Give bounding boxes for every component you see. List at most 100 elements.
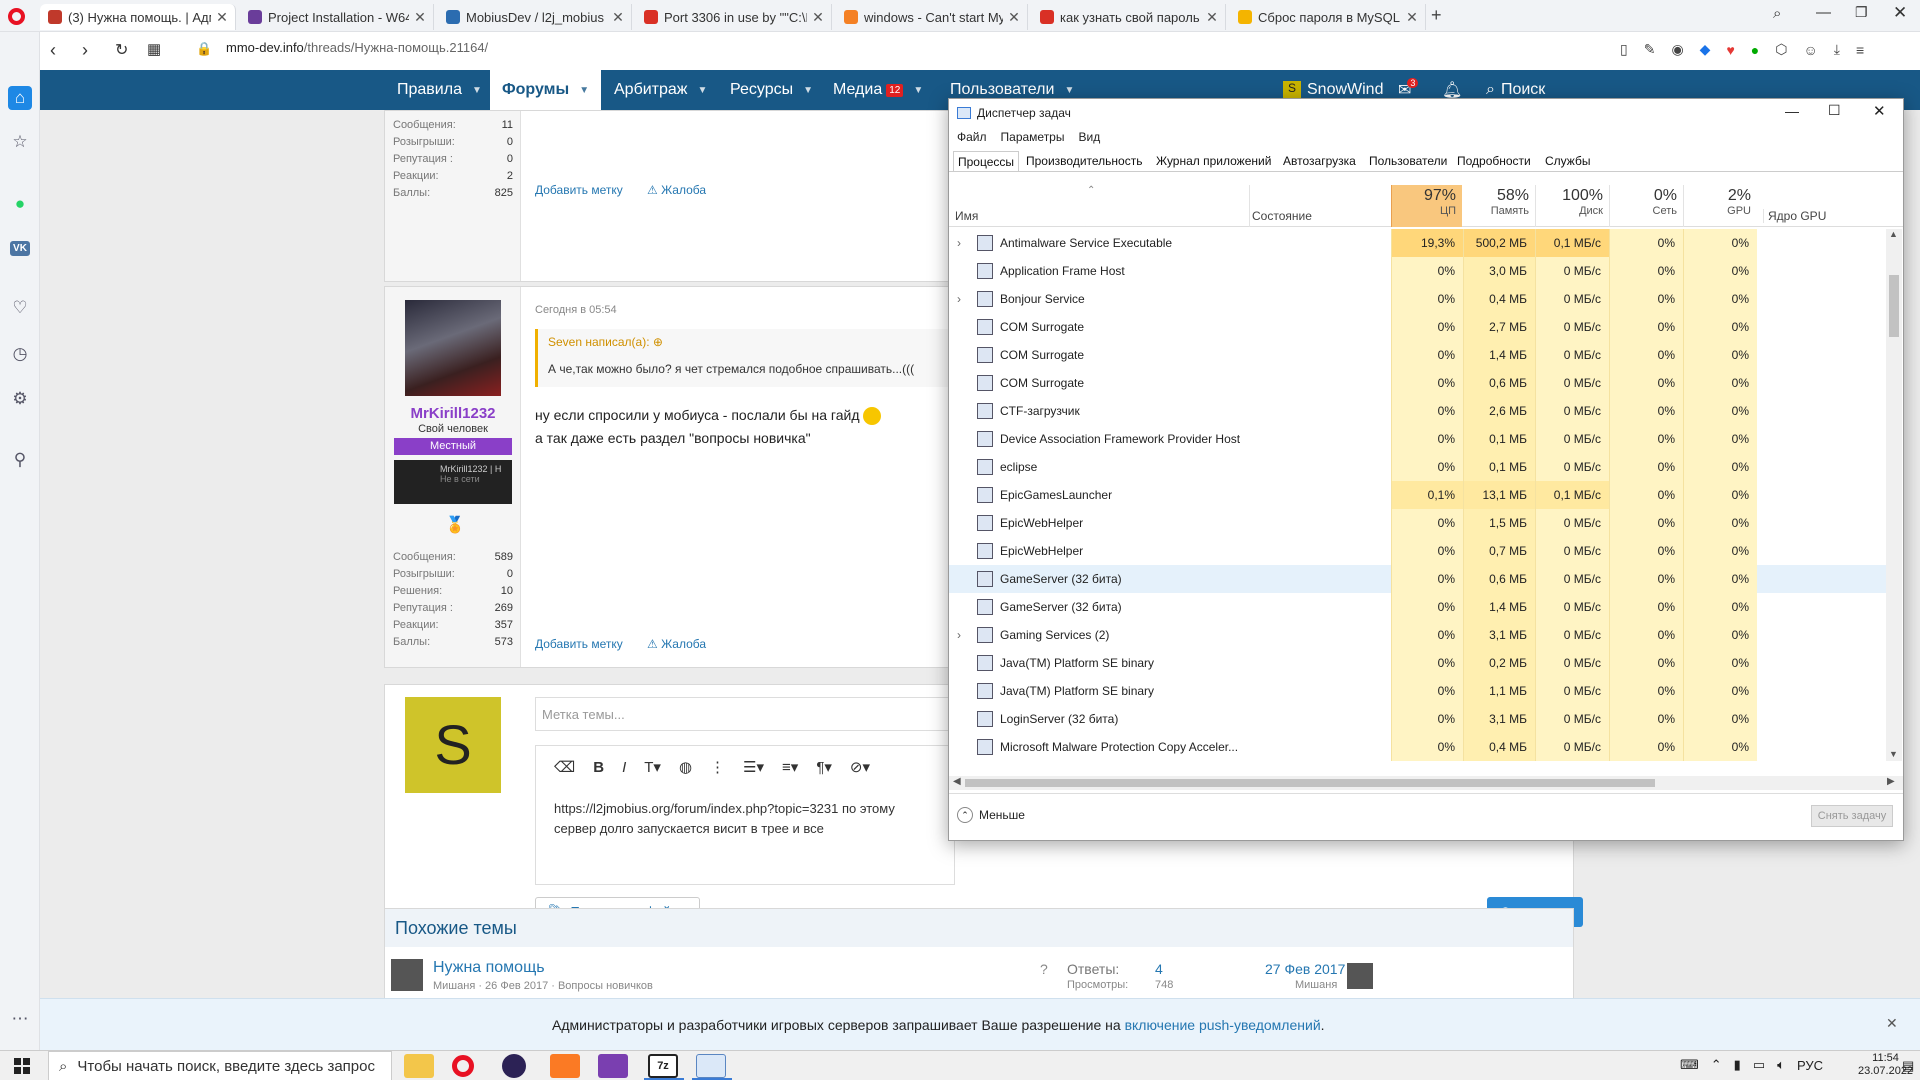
tab-startup[interactable]: Автозагрузка bbox=[1279, 151, 1360, 171]
start-windows-icon[interactable] bbox=[14, 1058, 30, 1074]
heart-icon[interactable]: ♡ bbox=[8, 296, 32, 320]
notifications-icon[interactable]: ▤ bbox=[1902, 1058, 1914, 1074]
add-tag-link[interactable]: Добавить метку bbox=[535, 637, 623, 651]
report-link[interactable]: ⚠ Жалоба bbox=[647, 183, 706, 197]
hscroll-right-icon[interactable]: ▶ bbox=[1887, 776, 1895, 787]
user-avatar-image[interactable] bbox=[405, 300, 501, 396]
tab-details[interactable]: Подробности bbox=[1453, 151, 1535, 171]
post-username[interactable]: MrKirill1232 bbox=[385, 405, 521, 422]
network-icon[interactable]: ▭ bbox=[1753, 1057, 1765, 1073]
process-row[interactable]: COM Surrogate 0% 1,4 МБ 0 МБ/с 0% 0% bbox=[949, 341, 1886, 369]
expand-chevron-icon[interactable]: › bbox=[957, 285, 961, 313]
col-gpu[interactable]: 2% GPU bbox=[1683, 185, 1757, 227]
edit-icon[interactable]: ✎ bbox=[1644, 41, 1656, 58]
report-link[interactable]: ⚠ Жалоба bbox=[647, 637, 706, 651]
minimize-window-button[interactable]: — bbox=[1816, 4, 1831, 21]
process-row[interactable]: Java(TM) Platform SE binary 0% 0,2 МБ 0 МБ/… bbox=[949, 649, 1886, 677]
scroll-down-icon[interactable]: ▼ bbox=[1889, 749, 1898, 759]
keyboard-icon[interactable]: ⌨ bbox=[1680, 1057, 1699, 1073]
menu-file[interactable]: Файл bbox=[957, 130, 987, 144]
tab-close-icon[interactable]: ✕ bbox=[611, 9, 625, 26]
col-gpu-core[interactable]: Ядро GPU bbox=[1763, 209, 1826, 223]
process-row[interactable]: eclipse 0% 0,1 МБ 0 МБ/с 0% 0% bbox=[949, 453, 1886, 481]
quote-jump-icon[interactable]: ⊕ bbox=[653, 335, 663, 349]
eclipse-icon[interactable] bbox=[502, 1054, 526, 1078]
xampp-icon[interactable] bbox=[550, 1054, 580, 1078]
close-window-button[interactable]: ✕ bbox=[1893, 3, 1907, 23]
col-status[interactable]: Состояние bbox=[1252, 209, 1312, 223]
camera-icon[interactable]: ◉ bbox=[1671, 41, 1683, 58]
scroll-thumb[interactable] bbox=[1889, 275, 1899, 337]
lightbulb-icon[interactable]: ⚲ bbox=[8, 448, 32, 472]
profile-icon[interactable]: ☺ bbox=[1803, 42, 1817, 58]
process-row[interactable]: Java(TM) Platform SE binary 0% 1,1 МБ 0 МБ/… bbox=[949, 677, 1886, 705]
process-row[interactable]: COM Surrogate 0% 0,6 МБ 0 МБ/с 0% 0% bbox=[949, 369, 1886, 397]
search-tabs-icon[interactable]: ⌕ bbox=[1773, 5, 1781, 22]
reload-icon[interactable]: ↻ bbox=[115, 40, 128, 60]
task-manager-taskbar-icon[interactable] bbox=[696, 1054, 726, 1078]
nav-forums[interactable]: Форумы ▼ bbox=[490, 70, 602, 110]
expand-chevron-icon[interactable]: › bbox=[957, 229, 961, 257]
tray-expand-icon[interactable]: ⌃ bbox=[1711, 1057, 1722, 1073]
process-row[interactable]: › Gaming Services (2) 0% 3,1 МБ 0 МБ/с 0% 0% bbox=[949, 621, 1886, 649]
favorites-heart-icon[interactable]: ♥ bbox=[1726, 42, 1734, 58]
menu-icon[interactable]: ≡ bbox=[1856, 42, 1864, 58]
process-row[interactable]: EpicWebHelper 0% 0,7 МБ 0 МБ/с 0% 0% bbox=[949, 537, 1886, 565]
process-row[interactable]: LoginServer (32 бита) 0% 3,1 МБ 0 МБ/с 0% 0% bbox=[949, 705, 1886, 733]
volume-icon[interactable]: 🔈︎ bbox=[1777, 1057, 1785, 1073]
fewer-details-button[interactable]: ⌃ Меньше bbox=[957, 807, 1025, 823]
process-row[interactable]: GameServer (32 бита) 0% 1,4 МБ 0 МБ/с 0% 0% bbox=[949, 593, 1886, 621]
italic-icon[interactable]: I bbox=[622, 759, 626, 776]
more-icon[interactable]: ⋯ bbox=[8, 1007, 32, 1031]
tab-users[interactable]: Пользователи bbox=[1365, 151, 1451, 171]
process-row[interactable]: EpicGamesLauncher 0,1% 13,1 МБ 0,1 МБ/с 0% 0% bbox=[949, 481, 1886, 509]
tag-input[interactable]: Метка темы... bbox=[535, 697, 955, 731]
tab-app-history[interactable]: Журнал приложений bbox=[1152, 151, 1275, 171]
tab-processes[interactable]: Процессы bbox=[953, 151, 1020, 171]
clear-format-icon[interactable]: ⌫ bbox=[554, 758, 575, 776]
last-post-date[interactable]: 27 Фев 2017 bbox=[1265, 961, 1345, 977]
url-field[interactable]: mmo-dev.info/threads/Нужна-помощь.21164/ bbox=[226, 40, 488, 55]
battery-icon[interactable]: ▮ bbox=[1734, 1057, 1741, 1073]
color-icon[interactable]: ◍ bbox=[679, 758, 692, 776]
end-task-button[interactable]: Снять задачу bbox=[1811, 805, 1893, 827]
tm-close-button[interactable]: ✕ bbox=[1873, 102, 1886, 120]
text-size-icon[interactable]: T▾ bbox=[644, 758, 661, 776]
opera-taskbar-icon[interactable] bbox=[452, 1055, 474, 1077]
browser-tab[interactable]: MobiusDev / l2j_mobius / I ✕ bbox=[438, 4, 632, 30]
forward-icon[interactable]: › bbox=[82, 40, 88, 61]
close-notify-icon[interactable]: ✕ bbox=[1886, 1015, 1898, 1032]
browser-tab[interactable]: windows - Can't start MySQ✕ bbox=[836, 4, 1028, 30]
tab-close-icon[interactable]: ✕ bbox=[811, 9, 825, 26]
whatsapp-icon[interactable]: ● bbox=[8, 192, 32, 216]
hscroll-left-icon[interactable]: ◀ bbox=[953, 776, 961, 787]
tabs-grid-icon[interactable]: ▦ bbox=[147, 40, 161, 58]
extension-icon[interactable]: ● bbox=[1751, 42, 1759, 58]
nav-arbitrage[interactable]: Арбитраж ▼ bbox=[614, 70, 707, 110]
browser-tab[interactable]: (3) Нужна помощь. | Адм ✕ bbox=[40, 4, 236, 30]
tab-close-icon[interactable]: ✕ bbox=[413, 9, 427, 26]
process-row[interactable]: Microsoft Malware Protection Copy Accele… bbox=[949, 733, 1886, 761]
l2-server-icon[interactable] bbox=[598, 1054, 628, 1078]
col-name[interactable]: Имя bbox=[955, 209, 978, 223]
nav-rules[interactable]: Правила ▼ bbox=[397, 70, 482, 110]
menu-options[interactable]: Параметры bbox=[1001, 130, 1065, 144]
language-indicator[interactable]: РУС bbox=[1797, 1058, 1823, 1073]
post-time[interactable]: Сегодня в 05:54 bbox=[535, 304, 617, 316]
align-icon[interactable]: ≡▾ bbox=[782, 758, 798, 776]
browser-tab[interactable]: Сброс пароля в MySQL - «✕ bbox=[1230, 4, 1426, 30]
file-explorer-icon[interactable] bbox=[404, 1054, 434, 1078]
process-row[interactable]: › Antimalware Service Executable 19,3% 500,… bbox=[949, 229, 1886, 257]
tm-minimize-button[interactable]: — bbox=[1785, 103, 1799, 119]
last-user-avatar[interactable] bbox=[1347, 963, 1373, 989]
add-tag-link[interactable]: Добавить метку bbox=[535, 183, 623, 197]
pin-icon[interactable]: ☆ bbox=[8, 130, 32, 154]
reader-icon[interactable]: ▯ bbox=[1620, 41, 1628, 58]
new-tab-button[interactable]: + bbox=[1431, 5, 1442, 26]
vertical-scrollbar[interactable]: ▲ ▼ bbox=[1886, 229, 1902, 761]
hide-icon[interactable]: ⊘▾ bbox=[850, 758, 870, 776]
col-mem[interactable]: 58% Память bbox=[1463, 185, 1535, 227]
nav-media[interactable]: Медиа 12 ▼ bbox=[833, 70, 923, 110]
thread-avatar[interactable] bbox=[391, 959, 423, 991]
tab-services[interactable]: Службы bbox=[1541, 151, 1594, 171]
